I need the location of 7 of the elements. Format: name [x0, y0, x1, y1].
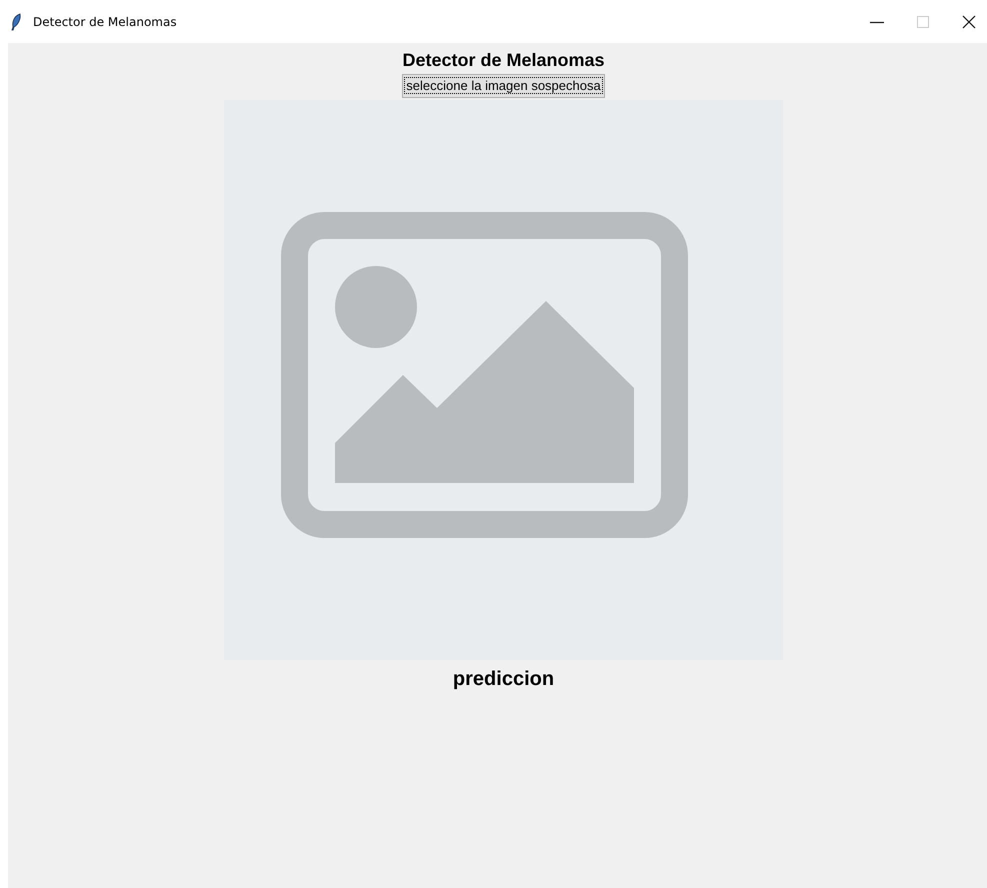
- feather-icon: [10, 12, 22, 30]
- window-title: Detector de Melanomas: [33, 14, 177, 28]
- image-placeholder-icon: [281, 212, 688, 538]
- prediction-label: prediccion: [452, 668, 554, 691]
- heading: Detector de Melanomas: [402, 49, 605, 72]
- select-image-button[interactable]: seleccione la imagen sospechosa: [402, 74, 605, 98]
- close-icon[interactable]: [961, 14, 977, 30]
